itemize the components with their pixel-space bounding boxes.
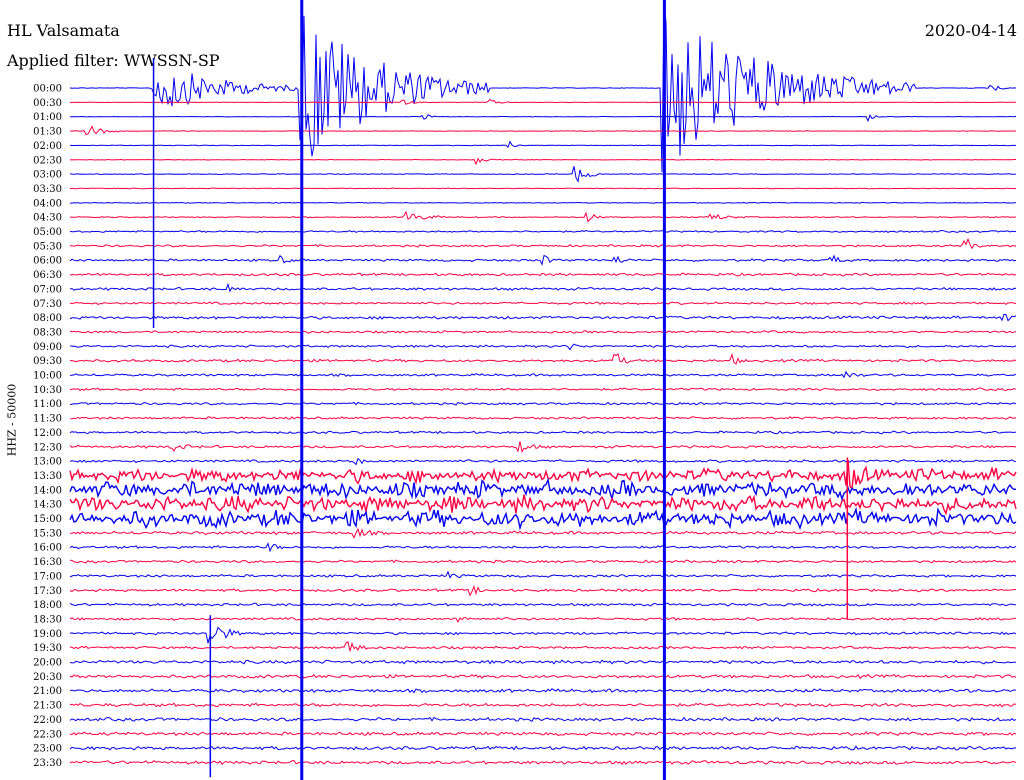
hour-label: 17:00 <box>33 571 62 582</box>
hour-label: 13:00 <box>33 457 62 468</box>
hour-label: 01:00 <box>33 112 62 123</box>
trace-row <box>69 98 1016 105</box>
helicorder-plot: 00:00 00:30 01:00 01:30 02:00 02:30 03:00 03:30… <box>33 0 1017 780</box>
hour-label: 22:00 <box>33 715 62 726</box>
hour-label: 13:30 <box>33 471 62 482</box>
trace-row <box>69 716 1017 722</box>
hour-label: 21:30 <box>33 701 62 712</box>
hour-label: 07:00 <box>33 284 62 295</box>
trace-row <box>69 272 1017 277</box>
hour-label: 22:30 <box>33 729 62 740</box>
hour-label: 23:00 <box>33 744 62 755</box>
hour-label: 20:00 <box>33 658 62 669</box>
trace-group <box>69 0 1017 780</box>
trace-row <box>69 0 1017 173</box>
hour-label: 15:30 <box>33 528 62 539</box>
trace-row <box>69 570 1017 579</box>
trace-row <box>69 506 1017 531</box>
hour-label: 07:30 <box>33 299 62 310</box>
hour-label: 04:00 <box>33 198 62 209</box>
trace-row <box>69 125 1017 136</box>
hour-label: 01:30 <box>33 127 62 138</box>
hour-label: 06:30 <box>33 270 62 281</box>
trace-row <box>69 187 1017 190</box>
hour-label: 16:30 <box>33 557 62 568</box>
trace-row <box>69 688 1017 694</box>
trace-row <box>69 352 1017 365</box>
hour-label: 02:30 <box>33 155 62 166</box>
trace-row <box>69 584 1017 597</box>
hour-label: 14:30 <box>33 500 62 511</box>
hour-label: 11:00 <box>33 399 62 410</box>
trace-row <box>69 477 1017 502</box>
hour-label: 08:30 <box>33 327 62 338</box>
trace-row <box>69 313 1017 322</box>
hour-label: 16:00 <box>33 543 62 554</box>
trace-row <box>69 542 1017 553</box>
hour-label: 17:30 <box>33 586 62 597</box>
trace-row <box>69 616 1017 623</box>
trace-row <box>69 210 1017 223</box>
hour-label: 03:00 <box>33 170 62 181</box>
hour-label: 14:00 <box>33 485 62 496</box>
hour-label: 10:30 <box>33 385 62 396</box>
trace-row <box>69 602 1017 607</box>
hour-label: 21:00 <box>33 686 62 697</box>
trace-row <box>69 301 1017 306</box>
trace-row <box>69 166 1017 183</box>
trace-row <box>69 745 1017 751</box>
hour-label: 00:00 <box>33 84 62 95</box>
hour-label: 18:00 <box>33 600 62 611</box>
trace-row <box>69 527 1017 539</box>
trace-row <box>69 282 1017 293</box>
trace-row <box>69 731 1017 737</box>
trace-row <box>69 343 1017 351</box>
hour-label: 02:00 <box>33 141 62 152</box>
hour-label: 15:00 <box>33 514 62 525</box>
hour-label: 11:30 <box>33 414 62 425</box>
trace-row <box>69 401 1017 406</box>
trace-row <box>69 254 1017 266</box>
hour-label: 10:00 <box>33 371 62 382</box>
hour-label: 20:30 <box>33 672 62 683</box>
trace-row <box>69 370 1017 379</box>
hour-label: 23:30 <box>33 758 62 769</box>
trace-row <box>69 430 1017 435</box>
trace-row <box>69 457 1017 466</box>
trace-row <box>69 441 1017 453</box>
trace-row <box>69 760 1017 765</box>
hour-label: 05:30 <box>33 241 62 252</box>
trace-row <box>69 659 1016 665</box>
trace-row <box>69 494 1017 516</box>
hour-label: 00:30 <box>33 98 62 109</box>
hour-label: 19:00 <box>33 629 62 640</box>
trace-row <box>69 114 1017 123</box>
trace-row <box>70 140 1016 149</box>
trace-row <box>69 416 1017 420</box>
trace-row <box>69 559 1017 564</box>
trace-row <box>69 702 1017 708</box>
hour-label: 06:00 <box>33 256 62 267</box>
hour-label-group: 00:00 00:30 01:00 01:30 02:00 02:30 03:00 03:30… <box>33 84 62 769</box>
trace-row <box>69 641 1017 652</box>
hour-label: 18:30 <box>33 614 62 625</box>
hour-label: 12:00 <box>33 428 62 439</box>
trace-row <box>69 229 1017 233</box>
trace-row <box>69 673 1017 680</box>
hour-label: 08:00 <box>33 313 62 324</box>
hour-label: 03:30 <box>33 184 62 195</box>
trace-row <box>69 201 1017 204</box>
trace-row <box>69 459 1017 491</box>
hour-label: 19:30 <box>33 643 62 654</box>
trace-row <box>69 237 1017 250</box>
hour-label: 04:30 <box>33 213 62 224</box>
trace-row <box>69 330 1017 334</box>
hour-label: 09:30 <box>33 356 62 367</box>
hour-label: 05:00 <box>33 227 62 238</box>
hour-label: 09:00 <box>33 342 62 353</box>
trace-row <box>69 626 1017 644</box>
trace-row <box>69 157 1016 166</box>
hour-label: 12:30 <box>33 442 62 453</box>
trace-row <box>69 387 1017 392</box>
